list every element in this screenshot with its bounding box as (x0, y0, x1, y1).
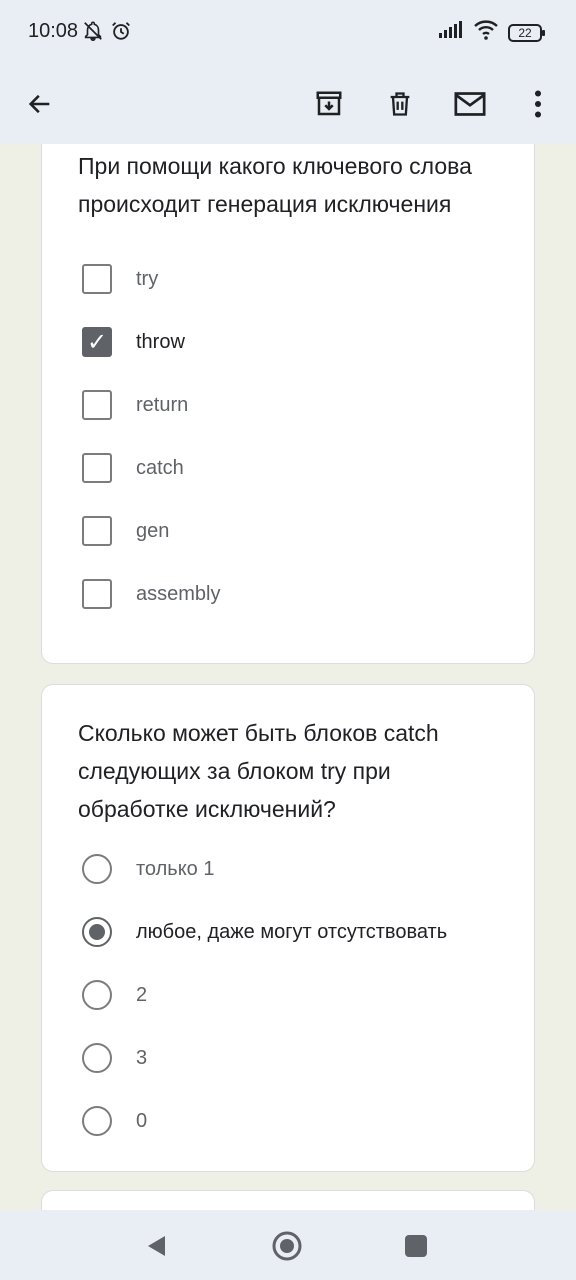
checkbox[interactable] (82, 579, 112, 609)
option-label: catch (136, 456, 184, 479)
option-label: только 1 (136, 857, 215, 880)
checkbox-option-catch[interactable]: catch (82, 448, 184, 488)
option-label: 0 (136, 1109, 148, 1132)
option-label: assembly (136, 582, 221, 605)
question-title: При помощи какого ключевого слова происх… (78, 153, 472, 217)
alarm-icon (110, 20, 132, 47)
checkbox[interactable] (82, 516, 112, 546)
status-time: 10:08 (28, 20, 79, 42)
option-label: 2 (136, 983, 148, 1006)
nav-recents-icon[interactable] (394, 1224, 438, 1268)
app-bar (0, 64, 576, 144)
checkbox-option-return[interactable]: return (82, 385, 188, 425)
option-label: gen (136, 519, 170, 542)
delete-icon[interactable] (376, 80, 424, 128)
signal-icon (438, 21, 464, 44)
option-label: return (136, 393, 189, 416)
radio-option-any[interactable]: любое, даже могут отсутствовать (82, 912, 447, 952)
mail-icon[interactable] (446, 80, 494, 128)
question-card-1: При помощи какого ключевого слова происх… (41, 144, 535, 664)
checkbox-option-throw[interactable]: ✓ throw (82, 322, 185, 362)
nav-back-icon[interactable] (134, 1224, 178, 1268)
more-vert-icon[interactable] (514, 80, 562, 128)
wifi-icon (474, 20, 498, 45)
checkbox[interactable] (82, 453, 112, 483)
question-card-3 (41, 1190, 535, 1210)
radio-button[interactable] (82, 1106, 112, 1136)
form-content[interactable]: При помощи какого ключевого слова происх… (0, 144, 576, 1210)
checkbox[interactable] (82, 264, 112, 294)
radio-button[interactable] (82, 1043, 112, 1073)
option-label: throw (136, 330, 185, 353)
radio-option-0[interactable]: 0 (82, 1101, 147, 1141)
battery-icon: 22 (508, 23, 545, 42)
question-card-2: Сколько может быть блоков catch следующи… (41, 684, 535, 1172)
muted-bell-icon (82, 20, 104, 47)
checkbox[interactable] (82, 390, 112, 420)
radio-option-2[interactable]: 2 (82, 975, 147, 1015)
option-label: try (136, 267, 159, 290)
back-arrow-icon[interactable] (16, 80, 64, 128)
archive-icon[interactable] (305, 80, 353, 128)
radio-button-selected[interactable] (82, 917, 112, 947)
question-title: Сколько может быть блоков catch следующи… (78, 720, 439, 822)
radio-button[interactable] (82, 854, 112, 884)
checkbox-option-try[interactable]: try (82, 259, 158, 299)
checkbox-option-assembly[interactable]: assembly (82, 574, 220, 614)
radio-option-only-1[interactable]: только 1 (82, 849, 215, 889)
nav-home-icon[interactable] (265, 1224, 309, 1268)
check-icon: ✓ (86, 328, 108, 356)
checkbox-option-gen[interactable]: gen (82, 511, 169, 551)
radio-button[interactable] (82, 980, 112, 1010)
navigation-bar (0, 1210, 576, 1280)
radio-option-3[interactable]: 3 (82, 1038, 147, 1078)
status-bar: 10:08 22 (0, 0, 576, 64)
option-label: любое, даже могут отсутствовать (136, 920, 448, 943)
option-label: 3 (136, 1046, 148, 1069)
checkbox-checked[interactable]: ✓ (82, 327, 112, 357)
